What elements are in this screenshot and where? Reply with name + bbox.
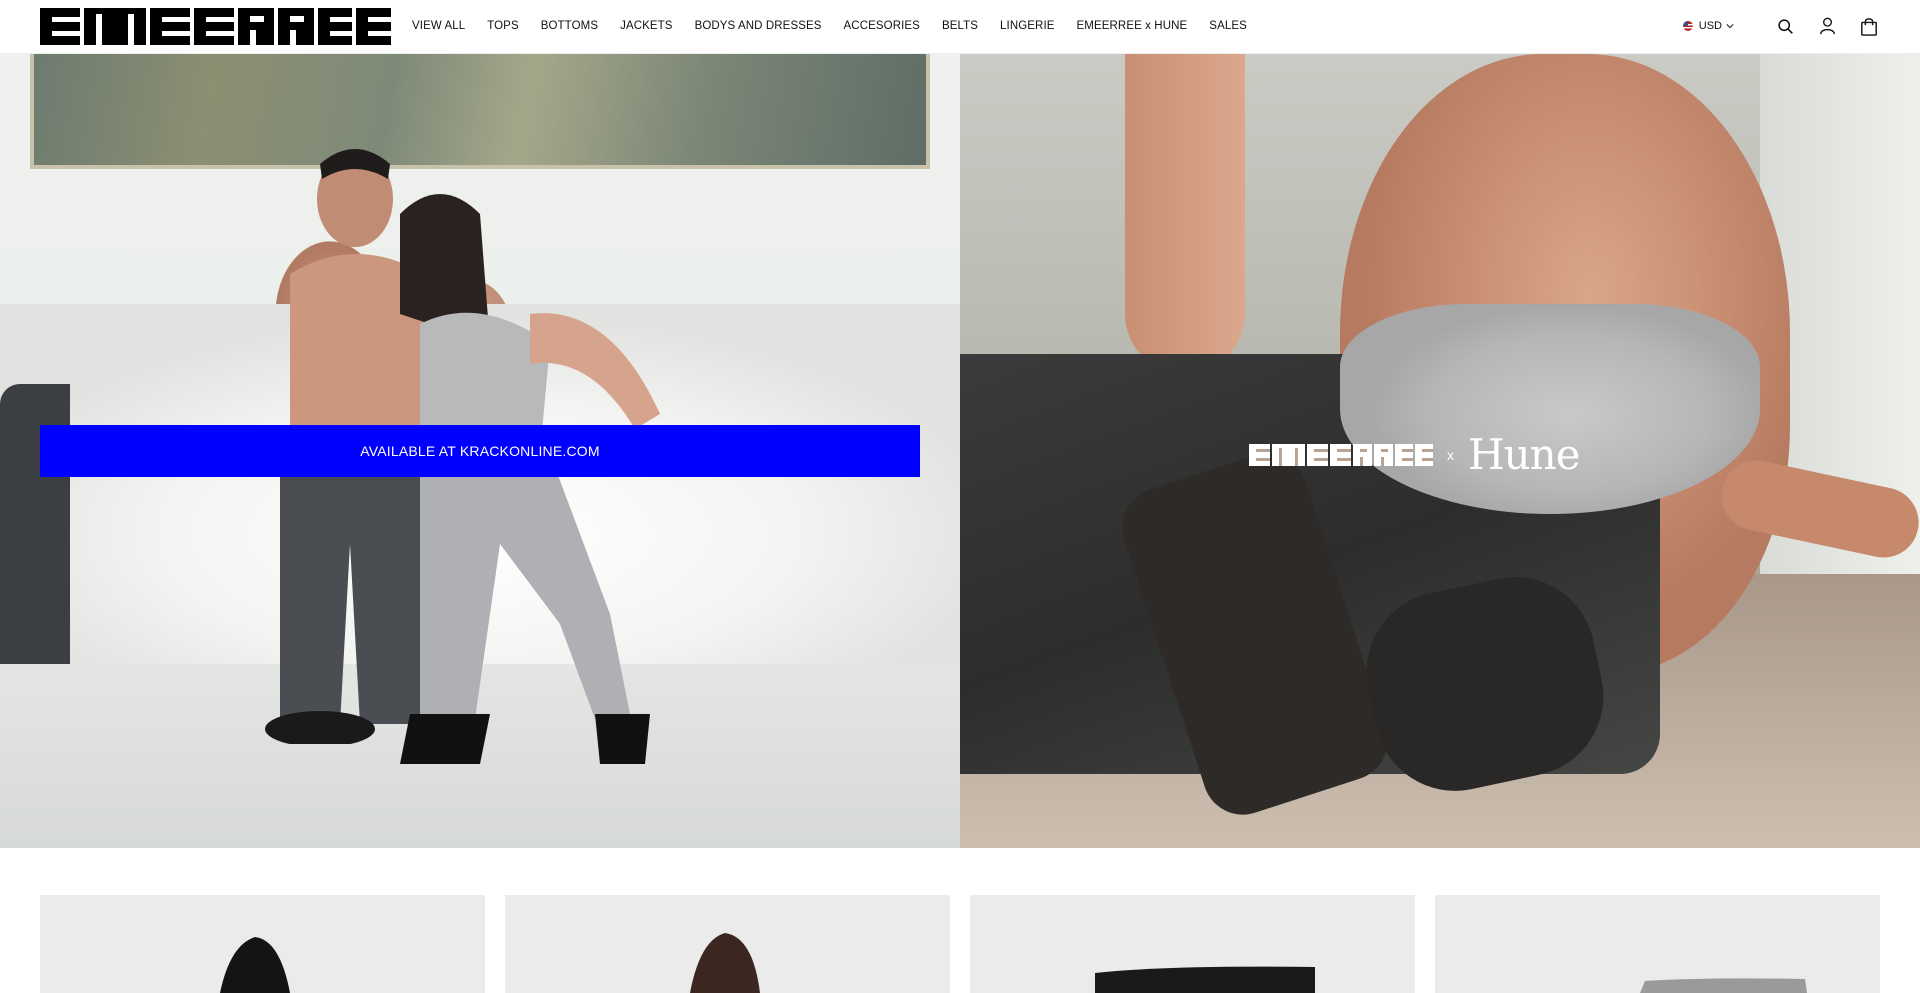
hero-left-image[interactable]: AVAILABLE AT KRACKONLINE.COM [0,54,960,848]
product-image-brown-shoe [690,933,760,993]
product-image-black-shoe [220,937,290,993]
header-tools: USD [1682,0,1880,52]
cta-krackonline-button[interactable]: AVAILABLE AT KRACKONLINE.COM [40,425,920,477]
currency-selector[interactable]: USD [1682,20,1734,32]
nav-tops[interactable]: TOPS [487,20,519,32]
nav-view-all[interactable]: VIEW ALL [412,20,465,32]
emeerree-logo-white [1249,443,1433,466]
background-painting [30,54,930,169]
chevron-down-icon [1726,24,1734,29]
lace-underwear [1340,304,1760,514]
nav-sales[interactable]: SALES [1209,20,1247,32]
hero-right-image[interactable]: x Hune [960,54,1920,848]
brand-logo[interactable] [40,8,391,45]
product-grid [40,895,1880,993]
cart-icon[interactable] [1858,15,1880,37]
search-icon[interactable] [1774,15,1796,37]
account-icon[interactable] [1816,15,1838,37]
us-flag-icon [1682,21,1693,31]
nav-bottoms[interactable]: BOTTOMS [541,20,598,32]
collab-logo: x Hune [1249,430,1581,479]
hero-banner: AVAILABLE AT KRACKONLINE.COM x Hune [0,54,1920,848]
collab-x: x [1447,446,1454,463]
product-card[interactable] [40,895,485,993]
product-card[interactable] [970,895,1415,993]
nav-bodys-and-dresses[interactable]: BODYS AND DRESSES [695,20,822,32]
nav-accesories[interactable]: ACCESORIES [844,20,920,32]
nav-jackets[interactable]: JACKETS [620,20,672,32]
product-card[interactable] [505,895,950,993]
currency-label: USD [1698,20,1722,32]
product-image-black-item [1095,966,1315,993]
model-arm-left [1125,54,1245,374]
main-nav: VIEW ALL TOPS BOTTOMS JACKETS BODYS AND … [412,0,1269,52]
nav-emeerree-x-hune[interactable]: EMEERREE x HUNE [1077,20,1188,32]
logo-wordmark [40,8,391,45]
product-card[interactable] [1435,895,1880,993]
nav-lingerie[interactable]: LINGERIE [1000,20,1054,32]
product-image-grey-item [1640,978,1807,993]
site-header: VIEW ALL TOPS BOTTOMS JACKETS BODYS AND … [0,0,1920,54]
nav-belts[interactable]: BELTS [942,20,978,32]
hune-logo: Hune [1468,430,1581,479]
